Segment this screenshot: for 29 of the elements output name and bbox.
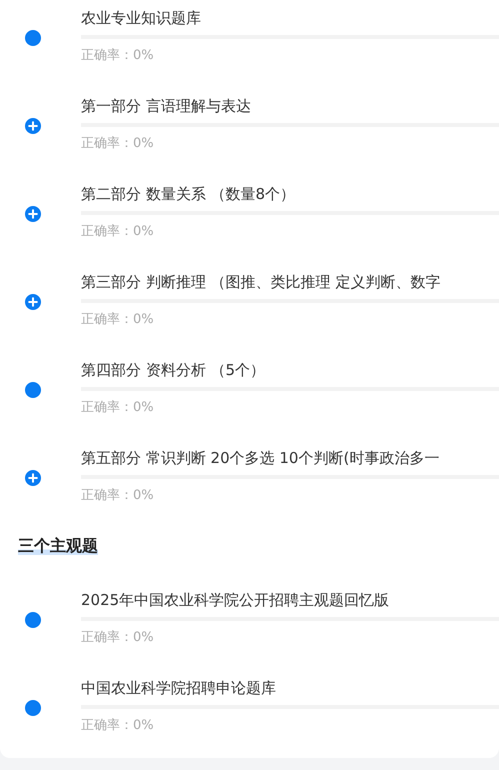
plus-icon[interactable] [25,206,41,222]
item-title: 2025年中国农业科学院公开招聘主观题回忆版 [81,590,390,611]
item-title: 第二部分 数量关系 （数量8个） [81,184,296,205]
section-title: 三个主观题 [18,536,98,555]
list-item[interactable]: 中国农业科学院招聘申论题库 正确率：0% [0,670,499,758]
item-title: 第一部分 言语理解与表达 [81,96,252,117]
plus-icon[interactable] [25,294,41,310]
plus-icon[interactable] [25,118,41,134]
accuracy-text: 正确率：0% [81,629,155,647]
list-item[interactable]: 第一部分 言语理解与表达 正确率：0% [0,88,499,176]
item-title: 农业专业知识题库 [81,8,202,29]
accuracy-text: 正确率：0% [81,487,155,505]
plus-icon[interactable] [25,470,41,486]
item-title: 第五部分 常识判断 20个多选 10个判断(时事政治多一 [81,448,440,469]
list-item[interactable]: 第二部分 数量关系 （数量8个） 正确率：0% [0,176,499,264]
accuracy-text: 正确率：0% [81,311,155,329]
list-item[interactable]: 2025年中国农业科学院公开招聘主观题回忆版 正确率：0% [0,582,499,670]
item-title: 中国农业科学院招聘申论题库 [81,678,277,699]
item-title: 第四部分 资料分析 （5个） [81,360,266,381]
accuracy-text: 正确率：0% [81,135,155,153]
accuracy-text: 正确率：0% [81,223,155,241]
list-item[interactable]: 农业专业知识题库 正确率：0% [0,0,499,88]
list-item[interactable]: 第三部分 判断推理 （图推、类比推理 定义判断、数字 正确率：0% [0,264,499,352]
accuracy-text: 正确率：0% [81,717,155,735]
list-item[interactable]: 第五部分 常识判断 20个多选 10个判断(时事政治多一 正确率：0% [0,440,499,528]
item-title: 第三部分 判断推理 （图推、类比推理 定义判断、数字 [81,272,442,293]
accuracy-text: 正确率：0% [81,47,155,65]
list-item[interactable]: 第四部分 资料分析 （5个） 正确率：0% [0,352,499,440]
accuracy-text: 正确率：0% [81,399,155,417]
